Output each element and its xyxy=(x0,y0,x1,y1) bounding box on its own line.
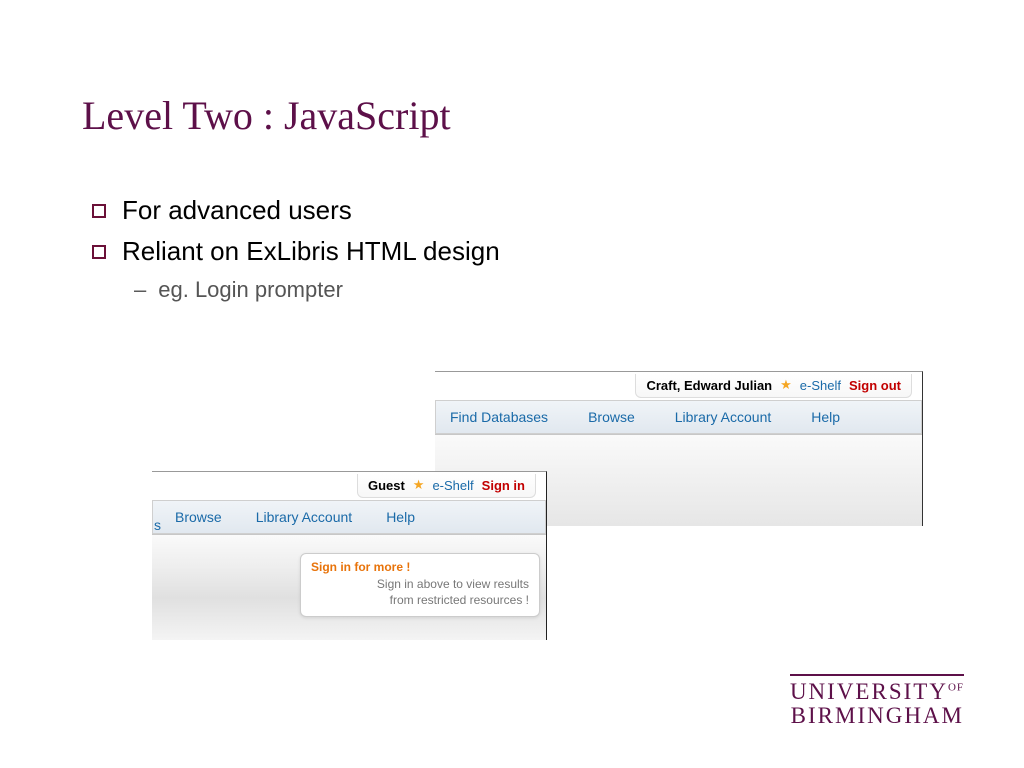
account-tab: Guest ★ e-Shelf Sign in xyxy=(357,474,536,498)
nav-find-databases[interactable]: Find Databases xyxy=(450,409,548,425)
sub-bullet-text: eg. Login prompter xyxy=(158,277,343,303)
user-name: Guest xyxy=(368,478,405,493)
account-tab: Craft, Edward Julian ★ e-Shelf Sign out xyxy=(635,374,912,398)
account-bar: Craft, Edward Julian ★ e-Shelf Sign out xyxy=(435,372,922,400)
eshelf-link[interactable]: e-Shelf xyxy=(432,478,473,493)
eshelf-link[interactable]: e-Shelf xyxy=(800,378,841,393)
prompt-title: Sign in for more ! xyxy=(311,560,529,574)
bullet-text: Reliant on ExLibris HTML design xyxy=(122,236,500,267)
account-bar: Guest ★ e-Shelf Sign in xyxy=(152,472,546,500)
logo-line-1: UNIVERSITYOF xyxy=(790,680,964,704)
nav-help[interactable]: Help xyxy=(386,509,415,525)
square-bullet-icon xyxy=(92,245,106,259)
nav-library-account[interactable]: Library Account xyxy=(675,409,772,425)
sign-out-link[interactable]: Sign out xyxy=(849,378,901,393)
slide-title: Level Two : JavaScript xyxy=(82,92,451,139)
logo-line-2: BIRMINGHAM xyxy=(790,704,964,728)
square-bullet-icon xyxy=(92,204,106,218)
nav-library-account[interactable]: Library Account xyxy=(256,509,353,525)
sign-in-link[interactable]: Sign in xyxy=(482,478,525,493)
nav-bar: Find Databases Browse Library Account He… xyxy=(435,400,922,434)
nav-browse[interactable]: Browse xyxy=(175,509,222,525)
star-icon: ★ xyxy=(413,477,425,493)
bullet-item: For advanced users xyxy=(92,195,500,226)
prompt-line: Sign in above to view results xyxy=(377,577,529,591)
prompt-line: from restricted resources ! xyxy=(390,593,529,607)
bullet-item: Reliant on ExLibris HTML design xyxy=(92,236,500,267)
logo-text: UNIVERSITY xyxy=(790,679,948,704)
star-icon: ★ xyxy=(780,377,792,393)
logo-rule-icon xyxy=(790,674,964,676)
bullet-list: For advanced users Reliant on ExLibris H… xyxy=(92,195,500,303)
university-logo: UNIVERSITYOF BIRMINGHAM xyxy=(790,674,964,728)
bullet-text: For advanced users xyxy=(122,195,352,226)
screenshot-guest: Guest ★ e-Shelf Sign in s Browse Library… xyxy=(152,471,547,640)
nav-bar: s Browse Library Account Help xyxy=(152,500,546,534)
content-area: Sign in for more ! Sign in above to view… xyxy=(152,534,546,640)
nav-browse[interactable]: Browse xyxy=(588,409,635,425)
dash-bullet-icon: – xyxy=(134,277,146,303)
prompt-body: Sign in above to view results from restr… xyxy=(311,576,529,608)
logo-of-text: OF xyxy=(948,681,964,693)
sub-bullet-item: – eg. Login prompter xyxy=(134,277,500,303)
nav-help[interactable]: Help xyxy=(811,409,840,425)
login-prompt-tooltip: Sign in for more ! Sign in above to view… xyxy=(300,553,540,617)
user-name: Craft, Edward Julian xyxy=(646,378,772,393)
truncated-nav-text: s xyxy=(154,517,161,533)
